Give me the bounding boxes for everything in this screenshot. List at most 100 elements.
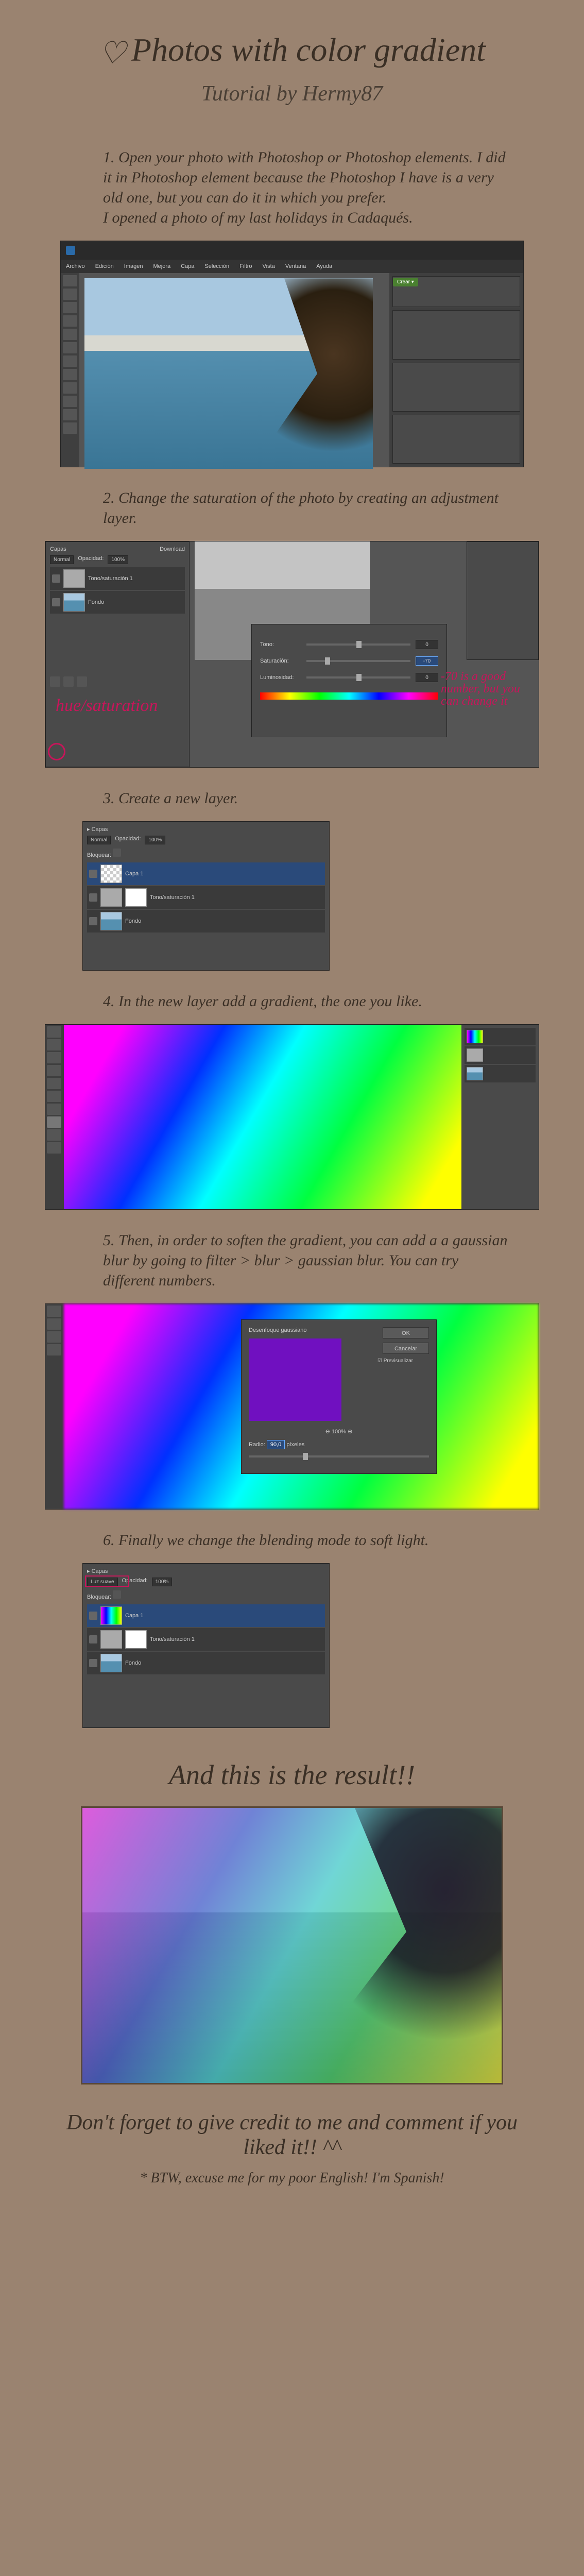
hue-slider[interactable] (306, 643, 410, 646)
sat-slider[interactable] (306, 660, 410, 662)
menu-item[interactable]: Filtro (239, 263, 252, 269)
tool-button[interactable] (47, 1142, 61, 1154)
menu-item[interactable]: Ayuda (316, 263, 332, 269)
tool-button[interactable] (47, 1331, 61, 1343)
panel (392, 363, 520, 412)
tool-button[interactable] (63, 369, 77, 380)
menu-item[interactable]: Vista (263, 263, 275, 269)
screenshot-1: Archivo Edición Imagen Mejora Capa Selec… (60, 241, 524, 467)
eye-icon[interactable] (89, 870, 97, 878)
lum-value[interactable]: 0 (416, 673, 438, 682)
eye-icon[interactable] (89, 893, 97, 902)
layer-row[interactable] (465, 1046, 536, 1064)
tool-button[interactable] (47, 1129, 61, 1141)
panel-title: Capas (92, 1568, 108, 1574)
menu-item[interactable]: Mejora (153, 263, 170, 269)
panel (392, 310, 520, 359)
tool-button[interactable] (47, 1091, 61, 1102)
cancel-button[interactable]: Cancelar (383, 1343, 429, 1354)
opacity-value[interactable]: 100% (152, 1578, 173, 1586)
layer-row[interactable]: Fondo (87, 1652, 325, 1674)
menu-item[interactable]: Selección (204, 263, 229, 269)
eye-icon[interactable] (89, 917, 97, 925)
create-button[interactable]: Crear ▾ (393, 278, 418, 286)
blur-preview (249, 1338, 341, 1421)
menu-item[interactable]: Capa (181, 263, 194, 269)
gradient-tool[interactable] (47, 1116, 61, 1128)
tool-button[interactable] (63, 289, 77, 300)
tool-button[interactable] (47, 1026, 61, 1038)
adjustment-thumb (63, 569, 85, 588)
eye-icon[interactable] (52, 574, 60, 583)
ok-button[interactable]: OK (383, 1327, 429, 1338)
menu-item[interactable]: Ventana (285, 263, 306, 269)
panel-title: Capas (50, 546, 66, 552)
blend-mode-select[interactable]: Normal (87, 836, 111, 844)
layer-row[interactable]: Tono/saturación 1 (87, 886, 325, 909)
opacity-value[interactable]: 100% (108, 555, 128, 564)
tool-button[interactable] (47, 1039, 61, 1050)
panel-button[interactable] (63, 676, 74, 687)
tool-button[interactable] (47, 1078, 61, 1089)
lock-icon[interactable] (113, 849, 121, 857)
menu-item[interactable]: Archivo (66, 263, 85, 269)
radius-value[interactable]: 90,0 (267, 1440, 285, 1449)
tool-button[interactable] (63, 275, 77, 286)
blend-mode-select[interactable]: Normal (50, 555, 74, 564)
layer-row[interactable]: Fondo (50, 591, 185, 614)
layer-row-selected[interactable]: Capa 1 (87, 862, 325, 885)
panel-button[interactable] (77, 676, 87, 687)
annotation-circle (48, 743, 65, 760)
tool-button[interactable] (47, 1065, 61, 1076)
layer-row[interactable] (465, 1028, 536, 1045)
preview-checkbox-label[interactable]: Previsualizar (384, 1358, 413, 1364)
layer-name: Capa 1 (125, 1613, 143, 1619)
layer-row[interactable]: Tono/saturación 1 (87, 1628, 325, 1651)
layer-row[interactable]: Fondo (87, 910, 325, 933)
eye-icon[interactable] (52, 598, 60, 606)
tool-button[interactable] (47, 1344, 61, 1355)
eye-icon[interactable] (89, 1635, 97, 1643)
layer-row[interactable]: Tono/saturación 1 (50, 567, 185, 590)
tool-button[interactable] (63, 329, 77, 340)
tool-button[interactable] (47, 1052, 61, 1063)
opacity-value[interactable]: 100% (145, 836, 165, 844)
tool-button[interactable] (63, 355, 77, 367)
tool-button[interactable] (47, 1104, 61, 1115)
tool-button[interactable] (63, 302, 77, 313)
tool-button[interactable] (63, 396, 77, 407)
eye-icon[interactable] (89, 1612, 97, 1620)
layer-row[interactable] (465, 1065, 536, 1082)
zoom-plus[interactable]: ⊕ (348, 1429, 352, 1435)
pixels-label: píxeles (286, 1442, 304, 1448)
adjustment-thumb (100, 1630, 122, 1649)
menu-item[interactable]: Edición (95, 263, 114, 269)
sat-value[interactable]: -70 (416, 656, 438, 666)
opacity-label: Opacidad: (115, 836, 141, 844)
app-icon (66, 246, 75, 255)
layer-row-selected[interactable]: Capa 1 (87, 1604, 325, 1627)
tool-button[interactable] (63, 382, 77, 394)
tool-button[interactable] (47, 1306, 61, 1317)
gradient-canvas (64, 1025, 461, 1209)
lum-slider[interactable] (306, 676, 410, 679)
hue-value[interactable]: 0 (416, 640, 438, 649)
eye-icon[interactable] (89, 1659, 97, 1667)
page-title: ♡Photos with color gradient (41, 31, 543, 71)
layer-thumb (100, 1654, 122, 1672)
tool-button[interactable] (63, 342, 77, 353)
zoom-minus[interactable]: ⊖ (325, 1429, 330, 1435)
toolbox (45, 1025, 64, 1209)
adjustment-thumb (100, 888, 122, 907)
adjustment-layer-button[interactable] (50, 676, 60, 687)
tool-button[interactable] (63, 315, 77, 327)
tool-button[interactable] (63, 409, 77, 420)
layer-thumb (100, 912, 122, 930)
tool-button[interactable] (47, 1318, 61, 1330)
toolbox (61, 273, 79, 467)
tool-button[interactable] (63, 422, 77, 434)
step-1-text: 1. Open your photo with Photoshop or Pho… (103, 147, 512, 228)
radius-slider[interactable] (249, 1455, 429, 1458)
lock-icon[interactable] (113, 1590, 121, 1599)
menu-item[interactable]: Imagen (124, 263, 143, 269)
